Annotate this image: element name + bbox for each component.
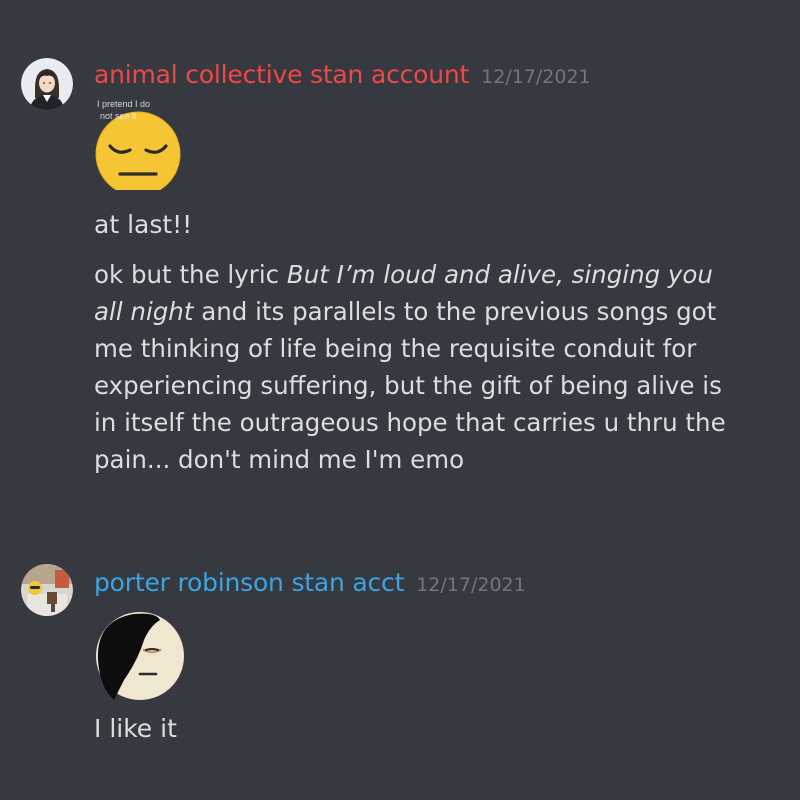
timestamp: 12/17/2021	[481, 66, 591, 88]
avatar[interactable]	[21, 564, 73, 616]
timestamp: 12/17/2021	[416, 574, 526, 596]
message-header: porter robinson stan acct 12/17/2021	[94, 568, 526, 597]
chat-message-list: animal collective stan account 12/17/2021…	[0, 0, 800, 800]
message-text-long: ok but the lyric But I’m loud and alive,…	[94, 256, 734, 478]
sticker[interactable]: I pretend I do not see it	[94, 98, 186, 197]
svg-text:I pretend I do: I pretend I do	[97, 99, 150, 109]
sticker[interactable]	[94, 610, 186, 702]
username[interactable]: animal collective stan account	[94, 60, 469, 89]
pensive-face-sticker-icon: I pretend I do not see it	[95, 99, 181, 197]
emo-hair-face-sticker-icon	[96, 612, 184, 700]
message-text-prefix: ok but the lyric	[94, 260, 287, 289]
username[interactable]: porter robinson stan acct	[94, 568, 404, 597]
avatar[interactable]	[21, 58, 73, 110]
user-avatar-icon	[21, 58, 73, 110]
svg-text:not see it: not see it	[100, 111, 137, 121]
message-header: animal collective stan account 12/17/2021	[94, 60, 591, 89]
message-text: at last!!	[94, 210, 193, 239]
user-avatar-icon	[21, 564, 73, 616]
message-text: I like it	[94, 714, 177, 743]
